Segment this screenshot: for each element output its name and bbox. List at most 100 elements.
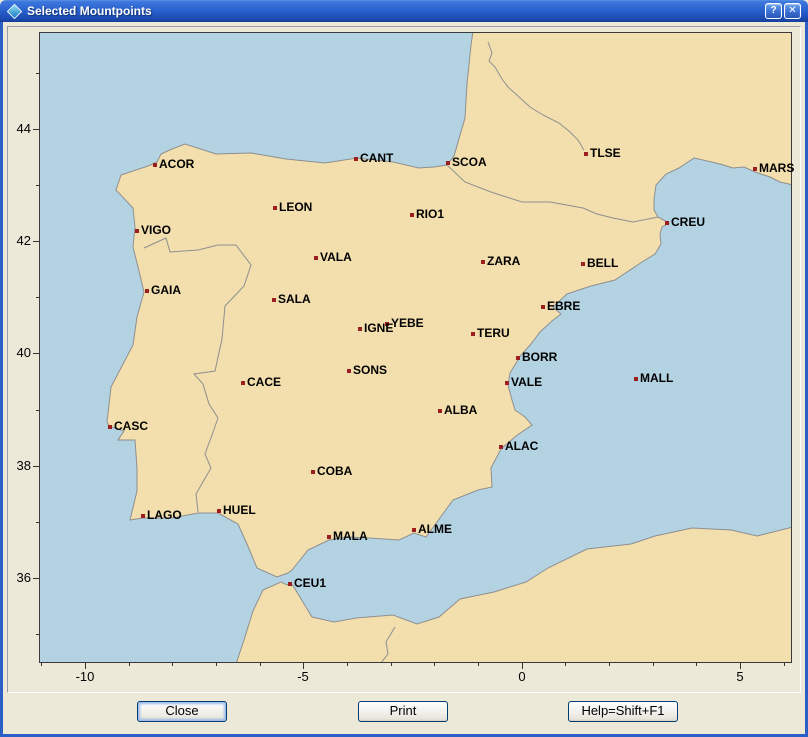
map-overlay-layer: TLSE CANT SCOA ACOR MARS LEON RIO1 CREU VIGO VALA… [0, 0, 808, 737]
station-marker-scoa [446, 161, 450, 165]
station-marker-mala [327, 535, 331, 539]
y-axis-label: 40 [2, 345, 31, 360]
station-label-lago: LAGO [147, 508, 182, 523]
x-axis-tick [260, 663, 261, 666]
station-label-cace: CACE [247, 375, 281, 390]
y-axis-tick [36, 410, 39, 411]
y-axis-tick [36, 297, 39, 298]
station-label-coba: COBA [317, 464, 352, 479]
station-marker-bell [581, 262, 585, 266]
station-label-ebre: EBRE [547, 299, 580, 314]
station-marker-alme [412, 528, 416, 532]
station-label-sala: SALA [278, 292, 311, 307]
station-label-huel: HUEL [223, 503, 256, 518]
station-marker-casc [108, 425, 112, 429]
station-marker-ebre [541, 305, 545, 309]
station-label-mars: MARS [759, 161, 794, 176]
print-button[interactable]: Print [358, 701, 448, 722]
x-axis-tick [216, 663, 217, 666]
station-label-teru: TERU [477, 326, 510, 341]
station-label-zara: ZARA [487, 254, 520, 269]
station-marker-teru [471, 332, 475, 336]
station-label-mala: MALA [333, 529, 368, 544]
station-marker-alba [438, 409, 442, 413]
station-marker-vigo [135, 229, 139, 233]
help-button[interactable]: Help=Shift+F1 [568, 701, 678, 722]
station-marker-acor [153, 163, 157, 167]
station-label-yebe: YEBE [391, 316, 424, 331]
station-label-igne: IGNE [364, 321, 393, 336]
station-marker-zara [481, 260, 485, 264]
station-label-cant: CANT [360, 151, 393, 166]
y-axis-label: 44 [2, 121, 31, 136]
x-axis-tick [172, 663, 173, 666]
station-marker-igne [358, 327, 362, 331]
station-label-rio1: RIO1 [416, 207, 444, 222]
station-label-gaia: GAIA [151, 283, 181, 298]
station-marker-cant [354, 157, 358, 161]
x-axis-label: 0 [502, 669, 542, 684]
station-marker-huel [217, 509, 221, 513]
dialog-window: Selected Mountpoints ? ✕ TLSECANTSCOAACO… [0, 0, 808, 737]
y-axis-tick [36, 634, 39, 635]
station-label-alac: ALAC [505, 439, 538, 454]
station-label-bell: BELL [587, 256, 618, 271]
station-label-creu: CREU [671, 215, 705, 230]
station-label-acor: ACOR [159, 157, 194, 172]
station-label-alme: ALME [418, 522, 452, 537]
x-axis-label: 5 [720, 669, 760, 684]
x-axis-tick [653, 663, 654, 666]
x-axis-tick [129, 663, 130, 666]
station-label-vala: VALA [320, 250, 352, 265]
station-marker-lago [141, 514, 145, 518]
x-axis-tick [391, 663, 392, 666]
y-axis-label: 42 [2, 233, 31, 248]
station-label-leon: LEON [279, 200, 312, 215]
station-label-ceu1: CEU1 [294, 576, 326, 591]
station-marker-tlse [584, 152, 588, 156]
station-marker-borr [516, 356, 520, 360]
x-axis-tick [784, 663, 785, 666]
x-axis-tick [434, 663, 435, 666]
x-axis-tick [565, 663, 566, 666]
y-axis-tick [33, 353, 39, 354]
station-marker-gaia [145, 289, 149, 293]
station-label-casc: CASC [114, 419, 148, 434]
station-label-vale: VALE [511, 375, 542, 390]
station-label-alba: ALBA [444, 403, 477, 418]
station-marker-creu [665, 221, 669, 225]
station-marker-coba [311, 470, 315, 474]
station-label-mall: MALL [640, 371, 673, 386]
y-axis-tick [33, 241, 39, 242]
y-axis-tick [36, 73, 39, 74]
station-marker-sons [347, 369, 351, 373]
station-label-scoa: SCOA [452, 155, 487, 170]
x-axis-tick [347, 663, 348, 666]
station-marker-mall [634, 377, 638, 381]
station-marker-ceu1 [288, 582, 292, 586]
station-label-vigo: VIGO [141, 223, 171, 238]
station-marker-mars [753, 167, 757, 171]
station-marker-leon [273, 206, 277, 210]
station-marker-sala [272, 298, 276, 302]
y-axis-tick [33, 578, 39, 579]
x-axis-tick [609, 663, 610, 666]
station-marker-cace [241, 381, 245, 385]
y-axis-label: 38 [2, 458, 31, 473]
station-label-borr: BORR [522, 350, 557, 365]
x-axis-tick [478, 663, 479, 666]
station-marker-vale [505, 381, 509, 385]
y-axis-tick [33, 466, 39, 467]
station-label-tlse: TLSE [590, 146, 621, 161]
station-marker-alac [499, 445, 503, 449]
x-axis-label: -10 [65, 669, 105, 684]
station-marker-vala [314, 256, 318, 260]
y-axis-tick [33, 129, 39, 130]
x-axis-label: -5 [283, 669, 323, 684]
close-button[interactable]: Close [137, 701, 227, 722]
x-axis-tick [696, 663, 697, 666]
y-axis-tick [36, 522, 39, 523]
x-axis-tick [41, 663, 42, 666]
station-label-sons: SONS [353, 363, 387, 378]
y-axis-tick [36, 185, 39, 186]
